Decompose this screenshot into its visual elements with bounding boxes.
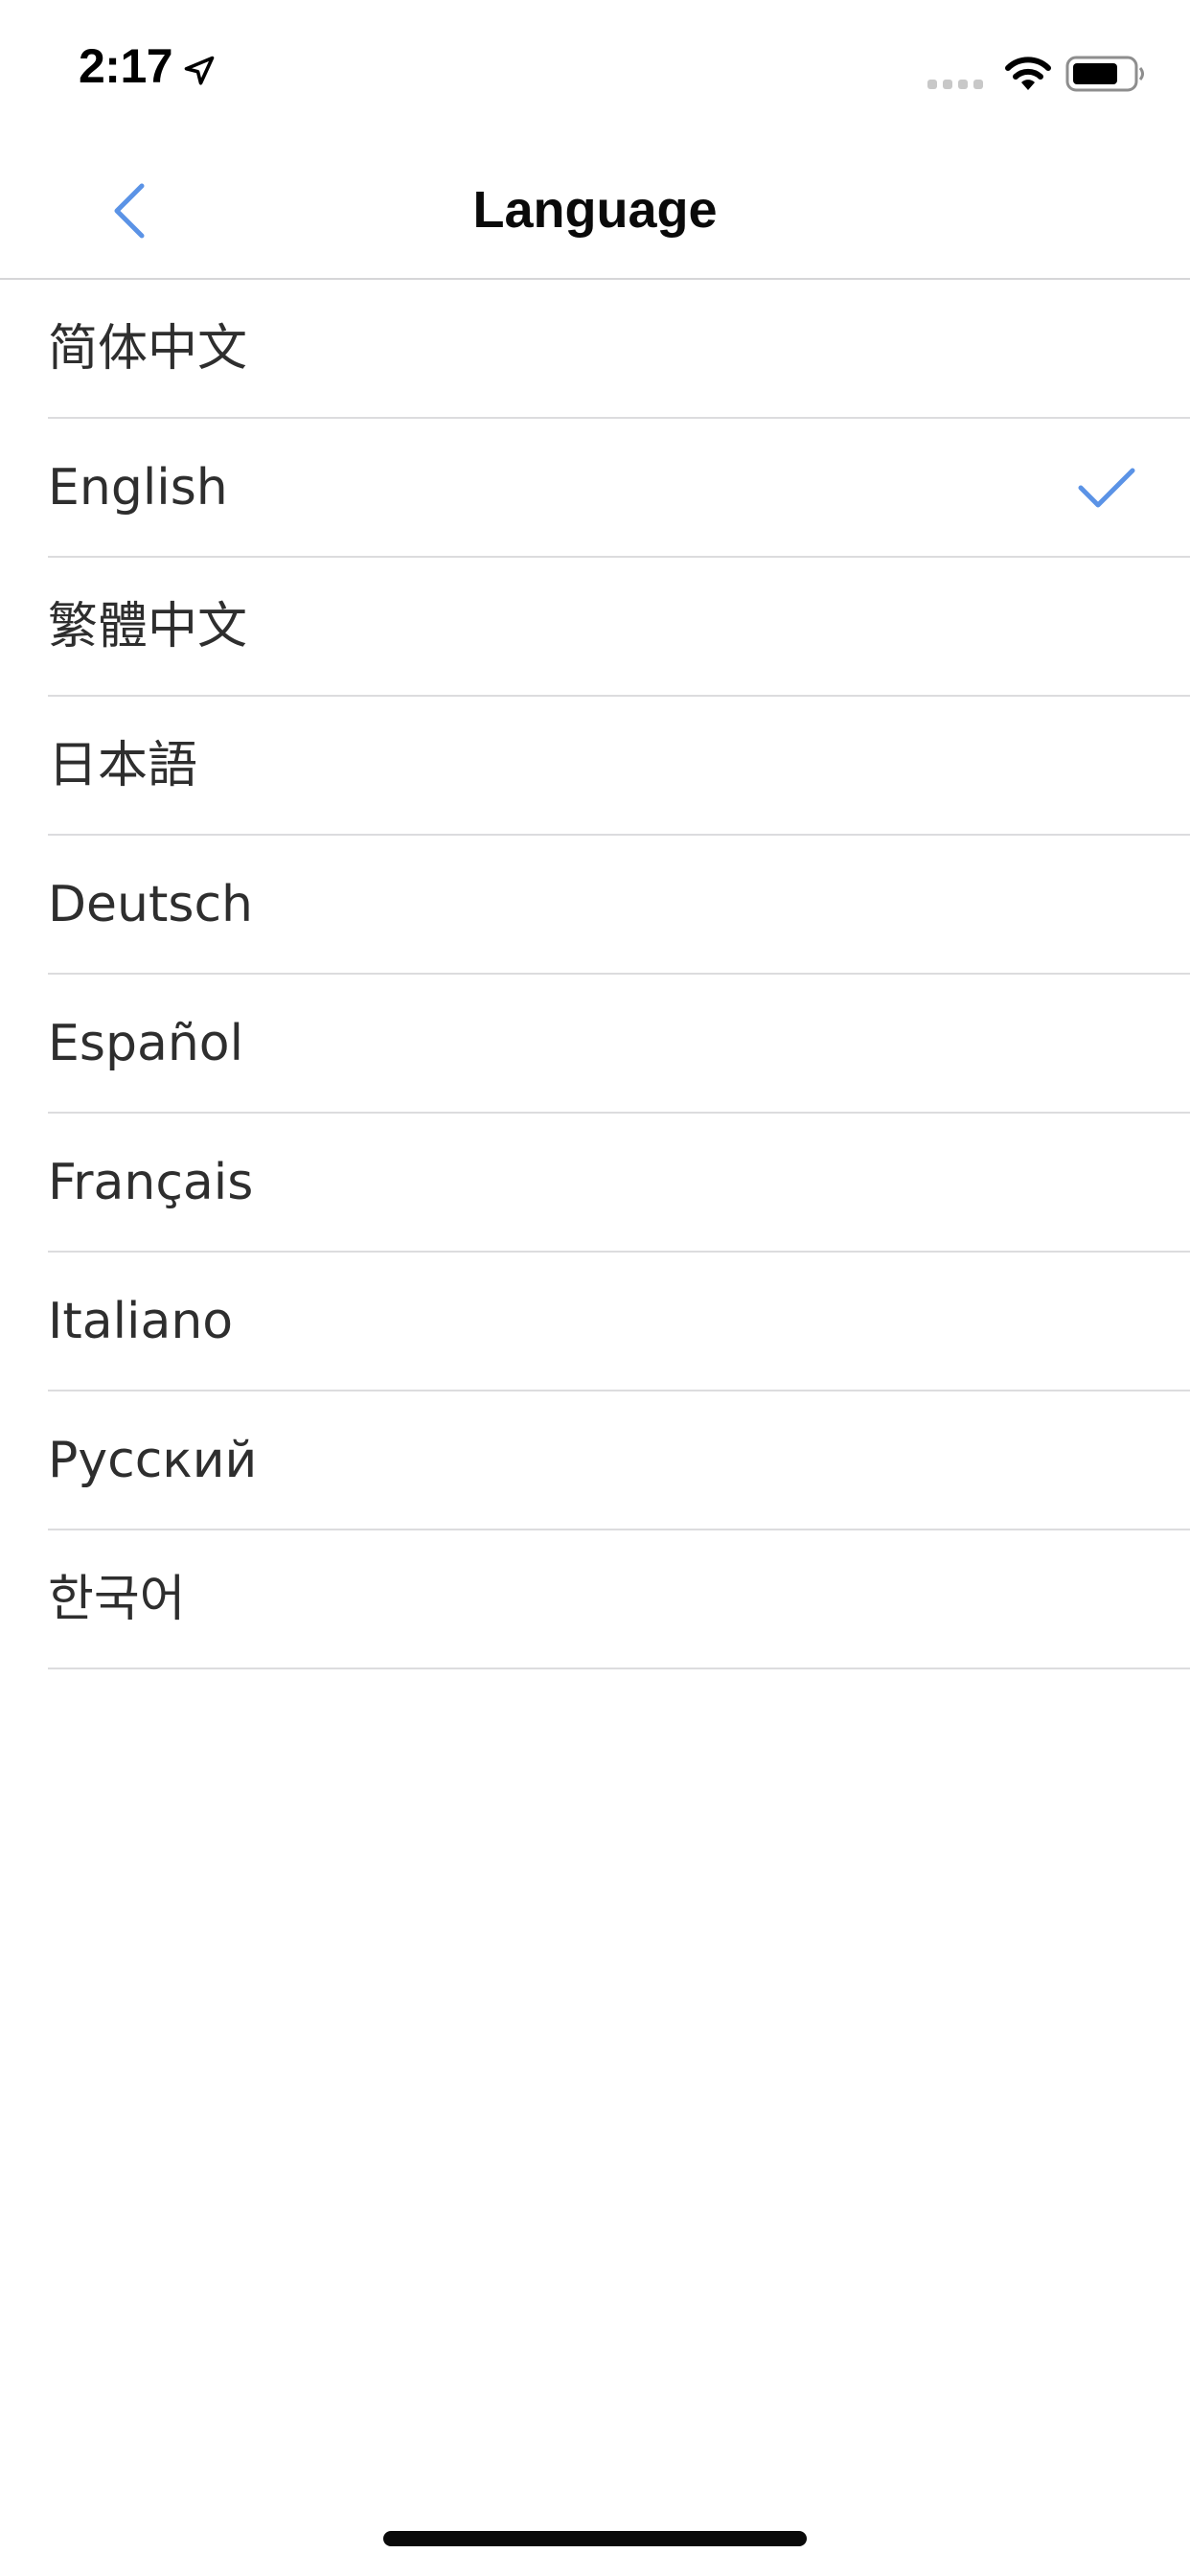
language-label: Русский bbox=[48, 1432, 258, 1489]
language-list: 简体中文 English 繁體中文 日本語 Deutsch Español Fr… bbox=[0, 280, 1190, 1669]
cellular-signal-icon bbox=[927, 80, 983, 89]
page-title: Language bbox=[472, 181, 718, 239]
language-label: Français bbox=[48, 1154, 254, 1211]
language-label: 日本語 bbox=[48, 737, 198, 794]
language-label: Español bbox=[48, 1015, 244, 1072]
language-row-english[interactable]: English bbox=[0, 419, 1190, 558]
language-row-german[interactable]: Deutsch bbox=[0, 836, 1190, 975]
language-row-russian[interactable]: Русский bbox=[0, 1392, 1190, 1530]
battery-icon bbox=[1065, 56, 1144, 92]
language-row-italian[interactable]: Italiano bbox=[0, 1253, 1190, 1392]
language-row-french[interactable]: Français bbox=[0, 1114, 1190, 1253]
status-time: 2:17 bbox=[79, 39, 173, 93]
language-row-korean[interactable]: 한국어 bbox=[0, 1530, 1190, 1669]
wifi-icon bbox=[1005, 57, 1051, 90]
location-arrow-icon bbox=[184, 56, 215, 85]
language-row-simplified-chinese[interactable]: 简体中文 bbox=[0, 280, 1190, 419]
home-indicator[interactable] bbox=[383, 2531, 807, 2546]
language-row-spanish[interactable]: Español bbox=[0, 975, 1190, 1114]
language-row-traditional-chinese[interactable]: 繁體中文 bbox=[0, 558, 1190, 697]
language-label: Italiano bbox=[48, 1293, 234, 1350]
status-bar: 2:17 bbox=[0, 0, 1190, 144]
navigation-bar: Language bbox=[0, 144, 1190, 280]
checkmark-icon bbox=[1078, 468, 1135, 508]
language-row-japanese[interactable]: 日本語 bbox=[0, 697, 1190, 836]
language-label: 繁體中文 bbox=[48, 598, 248, 656]
language-label: 한국어 bbox=[48, 1571, 186, 1628]
language-label: English bbox=[48, 459, 228, 517]
language-label: Deutsch bbox=[48, 876, 254, 933]
language-label: 简体中文 bbox=[48, 320, 248, 378]
